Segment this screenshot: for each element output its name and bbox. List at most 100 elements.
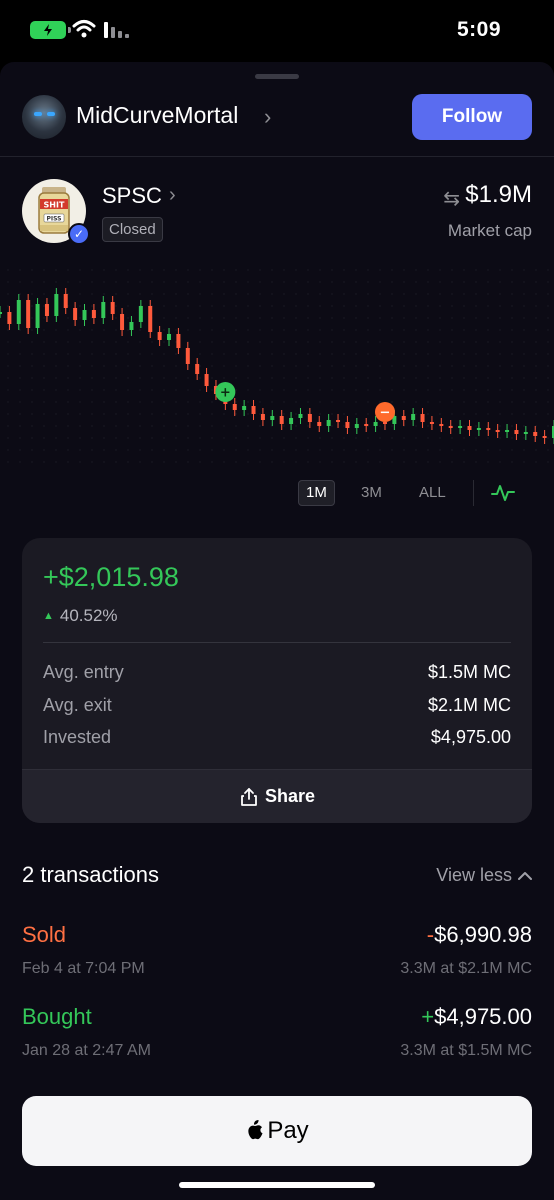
grid-dot — [163, 437, 165, 439]
grid-dot — [439, 341, 441, 343]
grid-dot — [31, 461, 33, 463]
share-button[interactable]: Share — [22, 769, 532, 823]
sheet-grabber[interactable] — [255, 74, 299, 79]
username-link[interactable]: MidCurveMortal — [76, 102, 238, 129]
range-3m-button[interactable]: 3M — [354, 480, 389, 506]
grid-dot — [547, 437, 549, 439]
grid-dot — [7, 353, 9, 355]
grid-dot — [451, 437, 453, 439]
grid-dot — [319, 281, 321, 283]
grid-dot — [7, 437, 9, 439]
transaction-row-sold[interactable]: Sold -$6,990.98 Feb 4 at 7:04 PM 3.3M at… — [22, 922, 532, 984]
range-all-button[interactable]: ALL — [412, 480, 453, 506]
price-chart[interactable]: + − — [0, 262, 554, 482]
grid-dot — [235, 389, 237, 391]
grid-dot — [259, 293, 261, 295]
grid-dot — [511, 413, 513, 415]
grid-dot — [379, 365, 381, 367]
grid-dot — [523, 377, 525, 379]
view-less-label: View less — [436, 865, 512, 885]
grid-dot — [259, 341, 261, 343]
grid-dot — [295, 341, 297, 343]
grid-dot — [415, 269, 417, 271]
transactions-count: 2 transactions — [22, 862, 159, 887]
grid-dot — [427, 365, 429, 367]
grid-dot — [295, 461, 297, 463]
grid-dot — [367, 305, 369, 307]
grid-dot — [175, 425, 177, 427]
swap-arrows-icon[interactable]: ⇆ — [443, 186, 460, 211]
grid-dot — [235, 269, 237, 271]
grid-dot — [307, 329, 309, 331]
range-1m-button[interactable]: 1M — [298, 480, 335, 506]
grid-dot — [247, 305, 249, 307]
grid-dot — [487, 317, 489, 319]
grid-dot — [271, 317, 273, 319]
grid-dot — [163, 449, 165, 451]
grid-dot — [487, 293, 489, 295]
grid-dot — [379, 401, 381, 403]
grid-dot — [319, 305, 321, 307]
grid-dot — [295, 437, 297, 439]
grid-dot — [151, 341, 153, 343]
grid-dot — [379, 293, 381, 295]
view-less-toggle[interactable]: View less — [436, 865, 532, 886]
grid-dot — [235, 341, 237, 343]
line-chart-toggle-icon[interactable] — [491, 483, 515, 503]
grid-dot — [487, 389, 489, 391]
grid-dot — [283, 353, 285, 355]
grid-dot — [391, 269, 393, 271]
grid-dot — [31, 365, 33, 367]
grid-dot — [43, 329, 45, 331]
token-ticker[interactable]: SPSC — [102, 183, 162, 209]
chevron-right-icon[interactable]: › — [264, 104, 271, 130]
grid-dot — [427, 461, 429, 463]
grid-dot — [331, 293, 333, 295]
grid-dot — [79, 365, 81, 367]
grid-dot — [127, 389, 129, 391]
grid-dot — [295, 269, 297, 271]
grid-dot — [115, 461, 117, 463]
grid-dot — [199, 305, 201, 307]
transaction-amount-value: $4,975.00 — [434, 1004, 532, 1029]
grid-dot — [55, 341, 57, 343]
grid-dot — [271, 461, 273, 463]
price-chart-svg[interactable]: +− — [0, 262, 554, 482]
apple-pay-button[interactable]: Pay — [22, 1096, 532, 1166]
grid-dot — [403, 269, 405, 271]
divider — [473, 480, 474, 506]
avatar[interactable] — [22, 95, 66, 139]
grid-dot — [187, 449, 189, 451]
grid-dot — [451, 461, 453, 463]
grid-dot — [511, 461, 513, 463]
grid-dot — [79, 269, 81, 271]
grid-dot — [235, 281, 237, 283]
grid-dot — [379, 377, 381, 379]
transaction-amount: +$4,975.00 — [421, 1004, 532, 1030]
grid-dot — [163, 317, 165, 319]
grid-dot — [259, 425, 261, 427]
candle — [185, 348, 190, 364]
grid-dot — [451, 389, 453, 391]
grid-dot — [67, 377, 69, 379]
grid-dot — [367, 413, 369, 415]
grid-dot — [307, 425, 309, 427]
grid-dot — [367, 281, 369, 283]
candle — [476, 428, 481, 430]
grid-dot — [547, 329, 549, 331]
grid-dot — [271, 377, 273, 379]
grid-dot — [55, 401, 57, 403]
grid-dot — [523, 281, 525, 283]
candle — [167, 334, 172, 340]
grid-dot — [115, 281, 117, 283]
transaction-row-bought[interactable]: Bought +$4,975.00 Jan 28 at 2:47 AM 3.3M… — [22, 1004, 532, 1066]
stat-row-invested: Invested $4,975.00 — [43, 727, 511, 751]
transaction-amount-value: $6,990.98 — [434, 922, 532, 947]
grid-dot — [19, 437, 21, 439]
grid-dot — [199, 461, 201, 463]
grid-dot — [439, 437, 441, 439]
follow-button[interactable]: Follow — [412, 94, 532, 140]
grid-dot — [307, 317, 309, 319]
grid-dot — [139, 281, 141, 283]
chevron-right-icon[interactable]: › — [169, 184, 176, 207]
